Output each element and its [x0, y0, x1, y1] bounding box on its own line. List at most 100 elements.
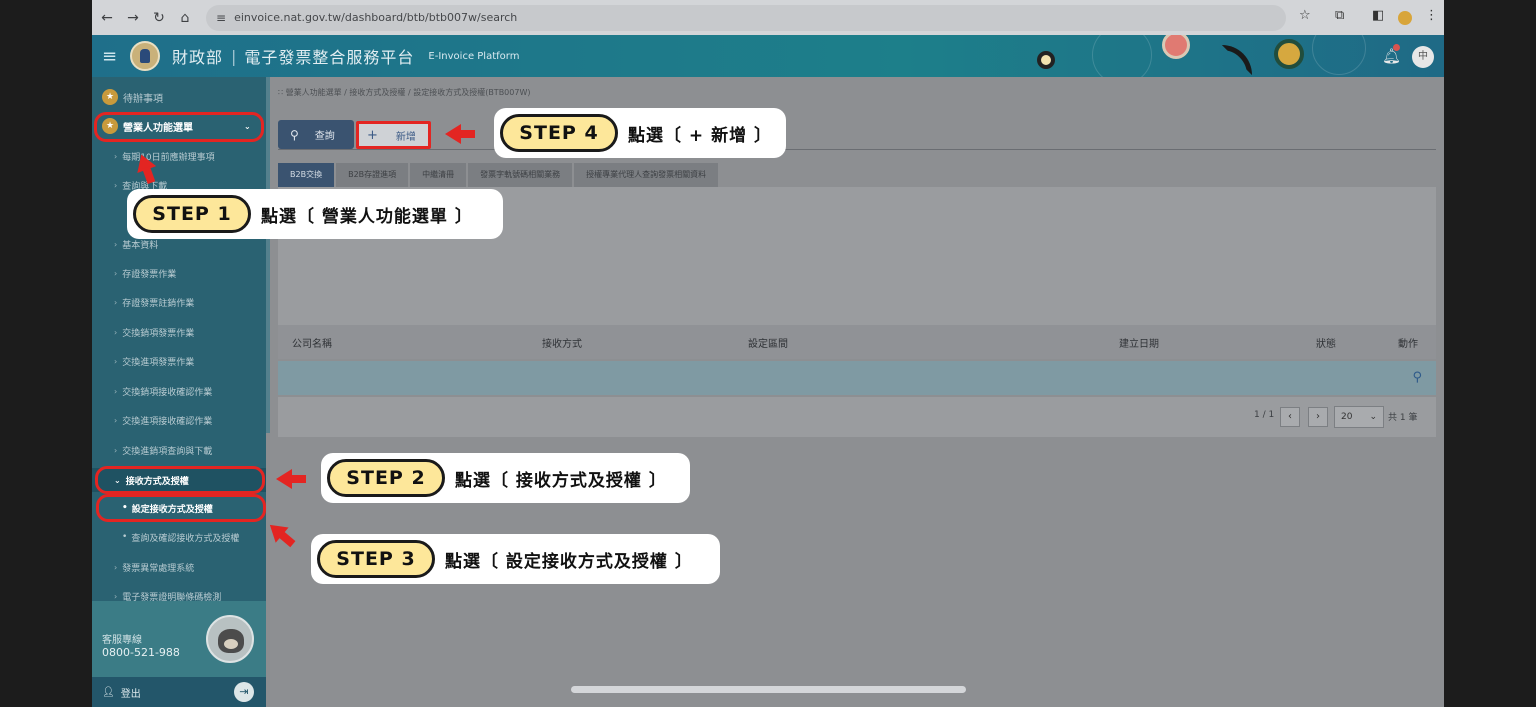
add-button[interactable]: + 新增	[356, 121, 431, 149]
bullet-icon: •	[122, 532, 128, 542]
extensions-icon[interactable]: ⧉	[1335, 8, 1344, 23]
decor-circle	[1037, 51, 1055, 69]
search-icon: ⚲	[290, 127, 299, 142]
breadcrumb-icon: ∷	[278, 88, 286, 97]
highlight-receive-set	[96, 494, 266, 522]
mascot-avatar	[206, 615, 254, 663]
bookmark-star-icon[interactable]: ☆	[1299, 8, 1311, 23]
column-action: 動作	[1398, 338, 1418, 350]
sidebar-item-label: 存證發票註銷作業	[122, 298, 195, 309]
sidebar-item-label: 存證發票作業	[122, 269, 177, 280]
star-icon: ★	[102, 89, 118, 105]
arrow-step4	[445, 124, 475, 144]
sidebar-item-deposit-invoice[interactable]: › 存證發票作業	[92, 261, 266, 285]
chevron-right-icon: ›	[114, 268, 118, 278]
tab-b2b-deposit[interactable]: B2B存證進項	[336, 163, 409, 187]
step-pill: STEP 2	[327, 459, 445, 497]
platform-title: 電子發票整合服務平台	[244, 48, 415, 67]
tab-agent-query[interactable]: 授權專業代理人查詢發票相關資料	[574, 163, 719, 187]
side-panel-icon[interactable]: ◧	[1372, 8, 1384, 23]
prev-page-button[interactable]: ‹	[1280, 407, 1300, 427]
callout-step1: STEP 1 點選〔 營業人功能選單 〕	[127, 189, 503, 239]
browser-bar: ← → ↻ ⌂ ≡ einvoice.nat.gov.tw/dashboard/…	[92, 0, 1444, 35]
hotline-panel: 客服專線 0800-521-988	[92, 601, 266, 677]
user-icon: 👤︎	[102, 686, 115, 698]
step-text: 點選〔 營業人功能選單 〕	[261, 206, 473, 227]
sidebar-item-periodic[interactable]: › 每期10日前應辦理事項	[92, 144, 266, 168]
sidebar-item-label: 交換進項發票作業	[122, 357, 195, 368]
page-size-select[interactable]: 20 ⌄	[1334, 406, 1384, 428]
ministry-logo	[130, 41, 160, 71]
callout-step3: STEP 3 點選〔 設定接收方式及授權 〕	[311, 534, 720, 584]
plus-icon: +	[367, 127, 378, 143]
tab-relay-list[interactable]: 中繼清冊	[410, 163, 467, 187]
tab-bar: B2B交換 B2B存證進項 中繼清冊 發票字軌號碼相關業務 授權專業代理人查詢發…	[278, 163, 720, 187]
sidebar-item-abnormal[interactable]: › 發票異常處理系統	[92, 555, 266, 579]
chevron-right-icon: ›	[114, 356, 118, 366]
column-company: 公司名稱	[292, 338, 332, 350]
main-content: ∷ 營業人功能選單 / 接收方式及授權 / 設定接收方式及授權(BTB007W)…	[270, 77, 1444, 707]
sidebar-item-exchange-sales[interactable]: › 交換銷項發票作業	[92, 320, 266, 344]
tab-b2b-exchange[interactable]: B2B交換	[278, 163, 335, 187]
site-settings-icon[interactable]: ≡	[216, 11, 226, 25]
sidebar-item-todo[interactable]: ★ 待辦事項	[92, 85, 266, 109]
logout-bar[interactable]: 👤︎ 登出 ⇥	[92, 677, 266, 707]
sidebar-item-label: 待辦事項	[123, 93, 163, 105]
search-icon[interactable]: ⚲	[1412, 370, 1422, 385]
title-separator: |	[231, 46, 237, 66]
sidebar-item-exchange-query[interactable]: › 交換進銷項查詢與下載	[92, 438, 266, 462]
reload-icon[interactable]: ↻	[146, 10, 172, 26]
sidebar-item-sales-confirm[interactable]: › 交換銷項接收確認作業	[92, 379, 266, 403]
step-text: 點選〔 接收方式及授權 〕	[455, 470, 667, 491]
table-header: 公司名稱 接收方式 設定區間 建立日期 狀態 動作	[278, 325, 1436, 359]
language-switch[interactable]: 中	[1412, 46, 1434, 68]
chevron-right-icon: ›	[114, 239, 118, 249]
divider	[278, 149, 1436, 150]
arrow-step2	[276, 469, 306, 489]
column-status: 狀態	[1316, 338, 1336, 350]
sidebar-item-label: 發票異常處理系統	[122, 563, 195, 574]
chevron-right-icon: ›	[114, 562, 118, 572]
highlight-receive-auth	[95, 466, 265, 494]
pagination: 1 / 1 ‹ › 20 ⌄ 共 1 筆	[278, 397, 1436, 437]
app-header: ≡ 財政部 | 電子發票整合服務平台 E-Invoice Platform 🔔︎…	[92, 35, 1444, 77]
callout-step2: STEP 2 點選〔 接收方式及授權 〕	[321, 453, 690, 503]
chevron-right-icon: ›	[114, 445, 118, 455]
breadcrumb: ∷ 營業人功能選單 / 接收方式及授權 / 設定接收方式及授權(BTB007W)	[278, 87, 531, 98]
logout-icon[interactable]: ⇥	[234, 682, 254, 702]
column-receive-method: 接收方式	[542, 338, 582, 350]
sidebar-item-label: 交換銷項接收確認作業	[122, 387, 213, 398]
sidebar-item-purchase-confirm[interactable]: › 交換進項接收確認作業	[92, 408, 266, 432]
step-text: 點選〔 設定接收方式及授權 〕	[445, 551, 693, 572]
profile-avatar[interactable]	[1398, 11, 1412, 25]
browser-menu-icon[interactable]: ⋮	[1425, 8, 1438, 23]
sidebar-item-receive-query[interactable]: • 查詢及確認接收方式及授權	[92, 525, 266, 549]
step-text: 點選〔 + 新增 〕	[628, 125, 772, 146]
chevron-right-icon: ›	[114, 297, 118, 307]
next-page-button[interactable]: ›	[1308, 407, 1328, 427]
total-count: 共 1 筆	[1388, 413, 1418, 423]
sidebar-item-exchange-purchase[interactable]: › 交換進項發票作業	[92, 349, 266, 373]
page-size-value: 20	[1341, 412, 1353, 422]
sidebar-item-deposit-cancel[interactable]: › 存證發票註銷作業	[92, 290, 266, 314]
tab-track-number[interactable]: 發票字軌號碼相關業務	[468, 163, 573, 187]
address-bar[interactable]: ≡ einvoice.nat.gov.tw/dashboard/btb/btb0…	[206, 4, 1286, 31]
home-indicator	[571, 686, 966, 693]
sidebar-item-label: 交換進銷項查詢與下載	[122, 446, 213, 457]
callout-step4: STEP 4 點選〔 + 新增 〕	[494, 108, 786, 158]
wifi-decor-icon	[1222, 45, 1252, 75]
table-filter-row: ⚲	[278, 361, 1436, 395]
column-created-date: 建立日期	[1119, 338, 1159, 350]
app-frame: ← → ↻ ⌂ ≡ einvoice.nat.gov.tw/dashboard/…	[92, 0, 1444, 707]
page-indicator: 1 / 1	[1254, 410, 1275, 420]
step-pill: STEP 3	[317, 540, 435, 578]
forward-icon[interactable]: →	[120, 10, 146, 26]
back-icon[interactable]: ←	[94, 10, 120, 26]
home-icon[interactable]: ⌂	[172, 10, 198, 26]
sidebar: ★ 待辦事項 ★ 營業人功能選單 ⌄ › 每期10日前應辦理事項 › 查詢與下載 ›…	[92, 77, 266, 707]
hamburger-menu-icon[interactable]: ≡	[102, 46, 124, 67]
search-button[interactable]: ⚲ 查詢	[278, 120, 354, 149]
sidebar-item-label: 查詢及確認接收方式及授權	[131, 533, 240, 544]
highlight-business-menu	[94, 112, 264, 142]
breadcrumb-text: 營業人功能選單 / 接收方式及授權 / 設定接收方式及授權(BTB007W)	[285, 88, 531, 97]
